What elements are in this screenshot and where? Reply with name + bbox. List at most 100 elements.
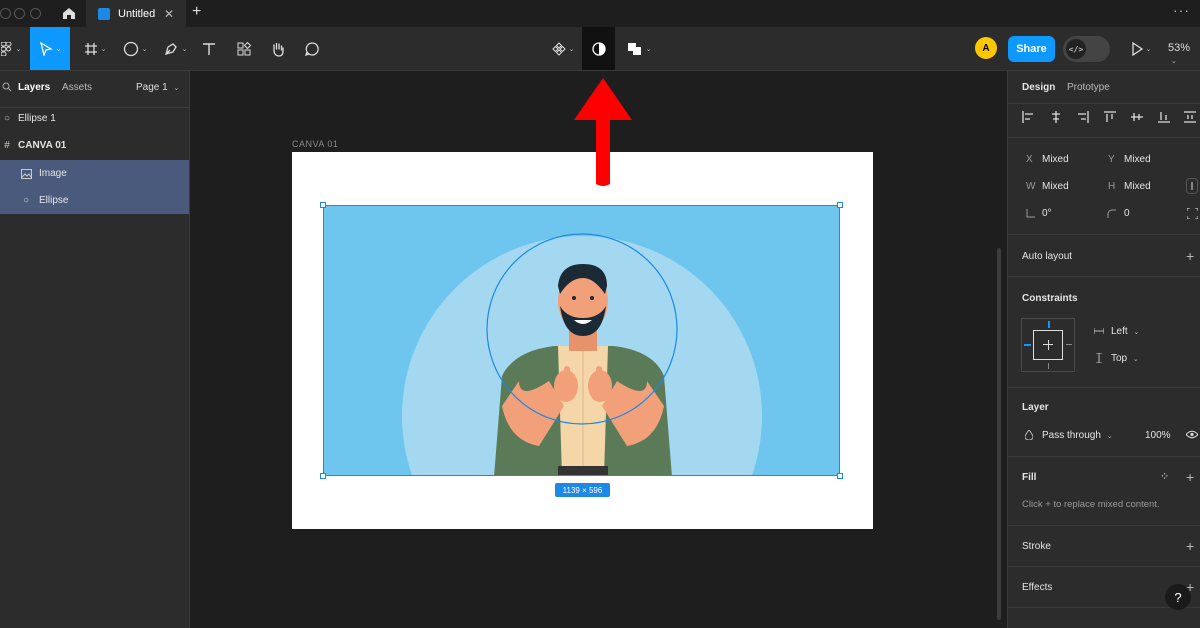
stroke-heading: Stroke <box>1022 541 1051 552</box>
x-field[interactable]: Mixed <box>1042 154 1069 165</box>
tab-assets[interactable]: Assets <box>62 82 92 93</box>
add-stroke-button[interactable]: + <box>1186 538 1194 554</box>
vertical-constraint-dropdown[interactable]: Top ⌄ <box>1111 353 1139 364</box>
constraint-bottom[interactable] <box>1047 363 1049 369</box>
figma-logo-icon <box>0 41 12 56</box>
constraint-left[interactable] <box>1024 344 1031 346</box>
align-center-vertical-icon[interactable] <box>1131 111 1143 123</box>
share-button[interactable]: Share <box>1008 36 1055 62</box>
y-field[interactable]: Mixed <box>1124 154 1151 165</box>
help-button[interactable]: ? <box>1165 584 1191 610</box>
resize-handle[interactable] <box>837 473 843 479</box>
comment-tool-button[interactable] <box>301 27 323 70</box>
pen-icon <box>164 42 177 55</box>
image-layer[interactable] <box>323 205 840 476</box>
home-button[interactable] <box>54 0 84 27</box>
layer-item-ellipse[interactable]: ○ Ellipse <box>0 187 189 214</box>
new-tab-button[interactable]: + <box>192 3 201 21</box>
move-tool-button[interactable]: ⌄ <box>30 27 70 70</box>
close-tab-icon[interactable]: ✕ <box>164 7 174 21</box>
horizontal-constraint-icon <box>1094 328 1104 334</box>
mask-button[interactable] <box>582 27 615 70</box>
frame-label[interactable]: CANVA 01 <box>292 139 338 149</box>
present-button[interactable]: ⌄ <box>1124 27 1158 70</box>
shape-tool-button[interactable]: ⌄ <box>118 27 152 70</box>
align-center-horizontal-icon[interactable] <box>1050 111 1062 123</box>
window-close-button[interactable] <box>0 8 11 19</box>
add-fill-button[interactable]: + <box>1186 469 1194 485</box>
resize-handle[interactable] <box>320 202 326 208</box>
corner-radius-field[interactable]: 0 <box>1124 208 1130 219</box>
window-maximize-button[interactable] <box>30 8 41 19</box>
distribute-icon[interactable] <box>1184 111 1196 123</box>
vertical-constraint-icon <box>1096 353 1102 363</box>
constraint-right[interactable] <box>1066 344 1072 345</box>
ellipse-icon <box>123 41 138 56</box>
canvas-scrollbar[interactable] <box>997 248 1001 620</box>
constraints-heading: Constraints <box>1022 293 1078 304</box>
vertical-constraint-value: Top <box>1111 353 1128 364</box>
fill-heading: Fill <box>1022 472 1037 483</box>
layers-panel: Layers Assets Page 1 ⌄ ○ Ellipse 1 # CAN… <box>0 71 190 628</box>
add-auto-layout-button[interactable]: + <box>1186 248 1194 264</box>
frame-tool-button[interactable]: ⌄ <box>78 27 112 70</box>
align-left-icon[interactable] <box>1022 111 1034 123</box>
rotation-icon <box>1026 209 1035 218</box>
tab-design[interactable]: Design <box>1022 82 1055 93</box>
opacity-field[interactable]: 100% <box>1145 430 1171 441</box>
file-tab[interactable]: Untitled ✕ <box>86 0 186 27</box>
horizontal-constraint-value: Left <box>1111 326 1128 337</box>
eye-icon[interactable] <box>1186 430 1198 439</box>
page-selector[interactable]: Page 1 ⌄ <box>136 82 179 93</box>
independent-corners-icon[interactable] <box>1187 208 1198 219</box>
tab-layers[interactable]: Layers <box>18 82 50 93</box>
divider <box>1008 456 1200 457</box>
constraint-top[interactable] <box>1047 321 1050 328</box>
text-tool-button[interactable] <box>198 27 220 70</box>
search-icon[interactable] <box>2 82 12 92</box>
more-menu-icon[interactable]: ··· <box>1173 2 1190 18</box>
align-top-icon[interactable] <box>1104 111 1116 123</box>
window-minimize-button[interactable] <box>14 8 25 19</box>
layer-heading: Layer <box>1022 402 1049 413</box>
corner-radius-icon <box>1107 209 1116 218</box>
align-bottom-icon[interactable] <box>1158 111 1170 123</box>
resize-handle[interactable] <box>320 473 326 479</box>
resources-icon <box>237 41 252 55</box>
zoom-dropdown[interactable]: 53% ⌄ <box>1168 42 1200 66</box>
boolean-button[interactable]: ⌄ <box>622 27 656 70</box>
constrain-proportions-icon[interactable] <box>1186 178 1198 194</box>
styles-grid-icon[interactable]: ⁘ <box>1160 470 1169 483</box>
selection-size-badge: 1139 × 596 <box>555 483 610 497</box>
layer-label: Ellipse 1 <box>18 113 56 124</box>
hand-tool-button[interactable] <box>267 27 289 70</box>
divider <box>1008 103 1200 104</box>
dev-mode-toggle[interactable]: </> <box>1063 36 1110 62</box>
constraints-widget[interactable] <box>1021 318 1075 372</box>
rotation-field[interactable]: 0° <box>1042 208 1052 219</box>
layer-item-canva-01[interactable]: # CANVA 01 <box>0 132 189 159</box>
ellipse-icon: ○ <box>22 195 30 206</box>
resize-handle[interactable] <box>837 202 843 208</box>
effects-heading: Effects <box>1022 582 1053 593</box>
blend-mode-dropdown[interactable]: Pass through ⌄ <box>1042 430 1113 441</box>
align-right-icon[interactable] <box>1077 111 1089 123</box>
resources-button[interactable] <box>233 27 255 70</box>
layer-item-image[interactable]: Image <box>0 160 189 187</box>
layer-label: Ellipse <box>39 195 69 206</box>
component-button[interactable]: ⌄ <box>548 27 578 70</box>
user-avatar[interactable]: A <box>975 37 997 59</box>
pen-tool-button[interactable]: ⌄ <box>158 27 192 70</box>
layer-item-ellipse-1[interactable]: ○ Ellipse 1 <box>0 105 189 132</box>
horizontal-constraint-dropdown[interactable]: Left ⌄ <box>1111 326 1139 337</box>
zoom-value: 53% <box>1168 42 1191 54</box>
divider <box>1008 525 1200 526</box>
man-thumbs-up-illustration <box>402 233 762 475</box>
h-field[interactable]: Mixed <box>1124 181 1151 192</box>
constraint-center-v[interactable] <box>1047 340 1049 350</box>
w-field[interactable]: Mixed <box>1042 181 1069 192</box>
main-menu-button[interactable]: ⌄ <box>0 27 22 70</box>
tab-prototype[interactable]: Prototype <box>1067 82 1110 93</box>
text-icon <box>203 42 215 55</box>
component-icon <box>551 41 566 56</box>
